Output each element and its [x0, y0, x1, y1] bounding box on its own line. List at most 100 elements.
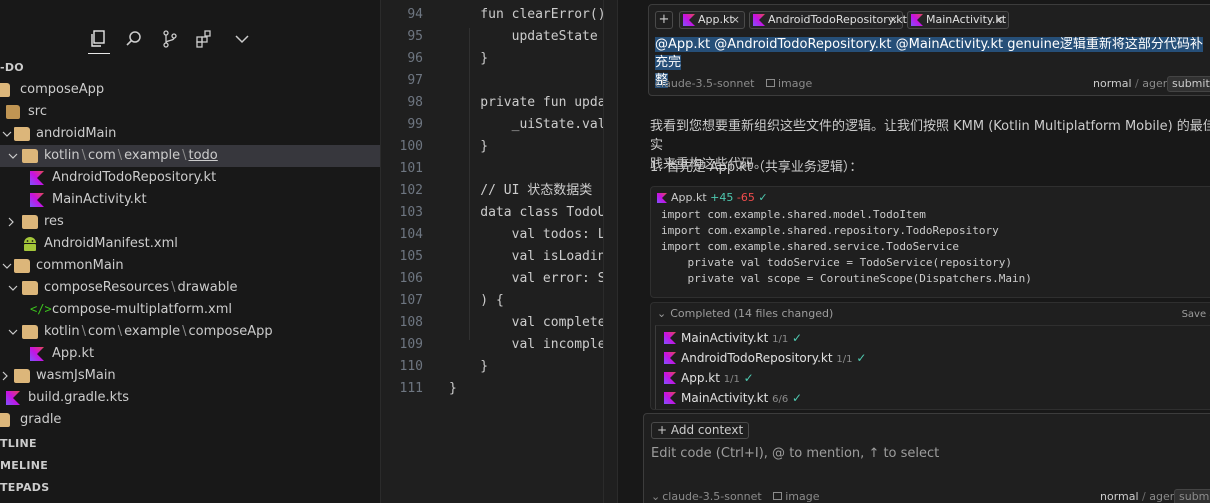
close-icon[interactable]: × [889, 12, 898, 28]
code-line[interactable]: 101 [381, 158, 617, 180]
chevron-down-icon[interactable] [232, 29, 254, 51]
prompt-box[interactable]: + App.kt × AndroidTodoRepository.kt × Ma… [648, 4, 1210, 96]
submit-button[interactable]: submit [1167, 76, 1210, 92]
code-text: data class TodoUiSta [480, 205, 617, 220]
outline-section-header[interactable]: TLINE [0, 433, 37, 455]
chevron-down-icon [0, 255, 14, 277]
code-text: } [449, 359, 489, 374]
line-number: 94 [407, 7, 423, 22]
source-control-icon[interactable] [160, 29, 182, 51]
image-button[interactable]: image [765, 77, 812, 90]
close-icon[interactable]: × [731, 12, 740, 28]
kotlin-file-icon [911, 14, 923, 26]
line-number: 103 [399, 205, 423, 220]
notepads-section-header[interactable]: TEPADS [0, 477, 49, 499]
code-line[interactable]: 103 data class TodoUiSta [381, 202, 617, 224]
edit-code-placeholder[interactable]: Edit code (Ctrl+I), @ to mention, ↑ to s… [651, 446, 939, 461]
line-number: 110 [399, 359, 423, 374]
tree-item-gradle[interactable]: gradle [0, 409, 380, 431]
code-text: val completedCou [511, 315, 617, 330]
code-line[interactable]: 109 val incompleteCo [381, 334, 617, 356]
response-step-heading: 1. 首先是 App.kt（共享业务逻辑）： [650, 160, 863, 175]
submit-button[interactable]: submit [1174, 489, 1210, 503]
code-line[interactable]: 95 updateState { it [381, 26, 617, 48]
line-number: 96 [407, 51, 423, 66]
code-line[interactable]: 106 val error: Strin [381, 268, 617, 290]
code-line[interactable]: 97 [381, 70, 617, 92]
code-line[interactable]: 110 } [381, 356, 617, 378]
project-root-header[interactable]: -DO [0, 57, 24, 79]
folder-icon [22, 325, 38, 339]
edit-code-input-box[interactable]: + Add context Edit code (Ctrl+I), @ to m… [643, 413, 1210, 503]
kotlin-file-icon [664, 372, 676, 384]
folder-icon [14, 259, 30, 273]
context-chip-androidtodorepository[interactable]: AndroidTodoRepository.kt × [749, 11, 907, 29]
tree-item-app-kt[interactable]: App.kt [0, 343, 380, 365]
model-selector[interactable]: ⌄ claude-3.5-sonnet image [651, 490, 819, 503]
line-number: 109 [399, 337, 423, 352]
tree-item-composeapp[interactable]: composeApp [0, 79, 380, 101]
tree-item-mainactivity[interactable]: MainActivity.kt [0, 189, 380, 211]
close-icon[interactable]: × [995, 12, 1004, 28]
line-number: 101 [399, 161, 423, 176]
model-selector[interactable]: claude-3.5-sonnet image [655, 77, 812, 90]
code-line[interactable]: 98 private fun updateSt [381, 92, 617, 114]
folder-icon [0, 413, 10, 427]
editor-scrollbar[interactable] [603, 0, 617, 503]
line-number: 102 [399, 183, 423, 198]
chevron-down-icon [6, 321, 20, 343]
tree-item-build-gradle[interactable]: build.gradle.kts [0, 387, 380, 409]
mode-toggle[interactable]: normal / agent [1093, 77, 1174, 90]
line-number: 100 [399, 139, 423, 154]
line-number: 99 [407, 117, 423, 132]
kotlin-file-icon [753, 14, 765, 26]
chevron-down-icon [6, 277, 20, 299]
code-editor[interactable]: 94 fun clearError() {95 updateState { it… [381, 0, 617, 503]
tree-item-wasmjsmain[interactable]: wasmJsMain [0, 365, 380, 387]
code-line[interactable]: 94 fun clearError() { [381, 4, 617, 26]
tree-item-composeresources-drawable[interactable]: composeResources \ drawable [0, 277, 380, 299]
tree-item-res[interactable]: res [0, 211, 380, 233]
tree-item-kotlin-com-example-todo[interactable]: kotlin \ com \ example \ todo [0, 145, 380, 167]
code-line[interactable]: 108 val completedCou [381, 312, 617, 334]
image-icon [773, 492, 783, 500]
files-icon[interactable] [88, 29, 110, 51]
context-chip-app-kt[interactable]: App.kt × [679, 11, 745, 29]
code-line[interactable]: 100 } [381, 136, 617, 158]
code-line[interactable]: 111} [381, 378, 617, 400]
tree-item-androidmanifest[interactable]: AndroidManifest.xml [0, 233, 380, 255]
code-diff-block[interactable]: App.kt +45 -65 ✓ import com.example.shar… [650, 186, 1210, 298]
code-text: private fun updateSt [480, 95, 617, 110]
tree-item-androidtodorepository[interactable]: AndroidTodoRepository.kt [0, 167, 380, 189]
completed-header[interactable]: ⌄ Completed (14 files changed) [657, 307, 833, 320]
folder-icon [22, 281, 38, 295]
code-text: val isLoading: B [511, 249, 617, 264]
mode-toggle[interactable]: normal / agent [1100, 490, 1181, 503]
tree-item-src[interactable]: src [0, 101, 380, 123]
ai-chat-panel: + App.kt × AndroidTodoRepository.kt × Ma… [617, 0, 1210, 503]
tree-item-commonmain[interactable]: commonMain [0, 255, 380, 277]
code-line[interactable]: 102 // UI 状态数据类 [381, 180, 617, 202]
extensions-icon[interactable] [194, 29, 216, 51]
timeline-section-header[interactable]: MELINE [0, 455, 48, 477]
code-text: updateState { it [511, 29, 614, 44]
add-context-button[interactable]: + Add context [651, 422, 750, 439]
kotlin-file-icon [683, 14, 695, 26]
tree-item-androidmain[interactable]: androidMain [0, 123, 380, 145]
code-line[interactable]: 107 ) { [381, 290, 617, 312]
completed-changes-panel: ⌄Completed (14 files changed) Save all M… [650, 302, 1210, 410]
code-line[interactable]: 104 val todos: List< [381, 224, 617, 246]
image-button[interactable]: image [773, 490, 819, 503]
code-line[interactable]: 105 val isLoading: B [381, 246, 617, 268]
add-context-plus-button[interactable]: + [655, 11, 673, 29]
tree-item-kotlin-com-example-composeapp[interactable]: kotlin \ com \ example \ composeApp [0, 321, 380, 343]
context-chip-mainactivity[interactable]: MainActivity.kt × [907, 11, 1009, 29]
tree-item-compose-multiplatform-xml[interactable]: </> compose-multiplatform.xml [0, 299, 380, 321]
code-text: } [449, 51, 489, 66]
code-line[interactable]: 96 } [381, 48, 617, 70]
code-text: val error: Strin [511, 271, 617, 286]
search-icon[interactable] [124, 29, 146, 51]
chevron-right-icon [4, 211, 18, 233]
save-all-button[interactable]: Save all [1182, 309, 1210, 320]
code-line[interactable]: 99 _uiState.value = [381, 114, 617, 136]
